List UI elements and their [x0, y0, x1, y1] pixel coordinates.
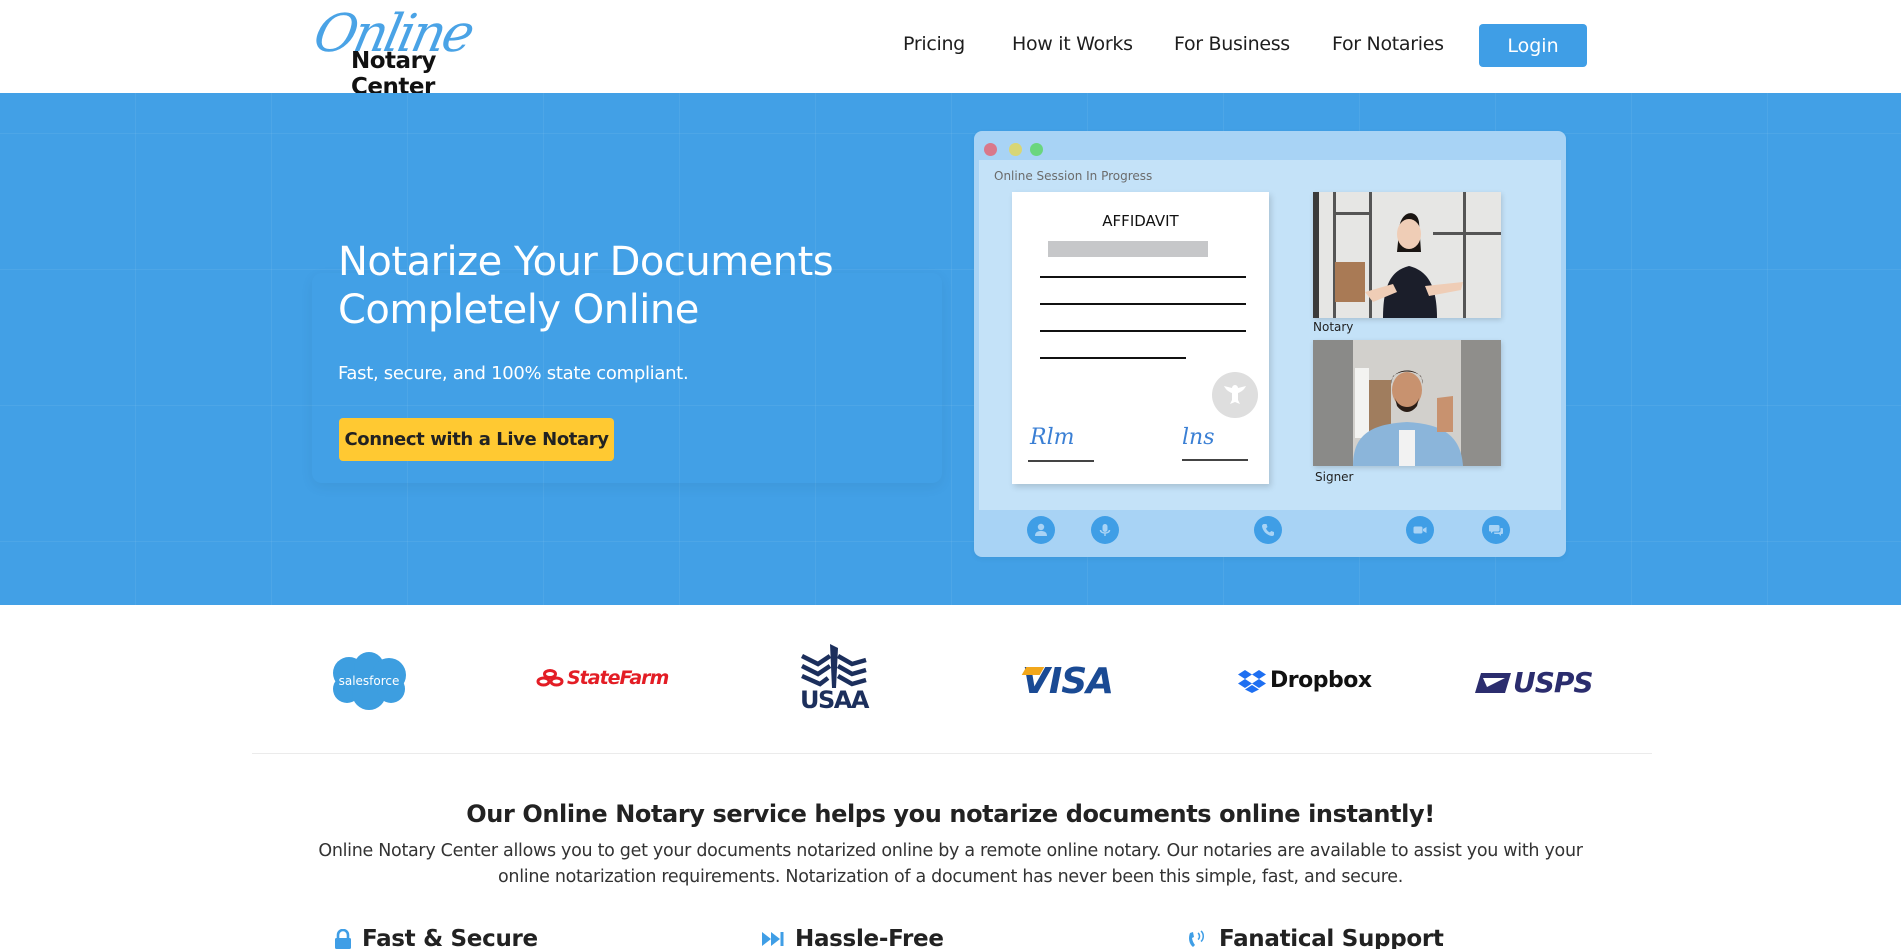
partner-logos: salesforce StateFarm USAA VISA Dropbox U… — [0, 605, 1901, 755]
signer-video-label: Signer — [1315, 470, 1354, 484]
salesforce-logo: salesforce — [327, 651, 411, 716]
site-header: Online Notary Center Pricing How it Work… — [0, 0, 1901, 100]
phone-signal-icon — [1189, 930, 1204, 947]
section-divider — [252, 753, 1652, 754]
signature-line — [1182, 459, 1248, 461]
notary-video — [1313, 192, 1501, 318]
intro-body: Online Notary Center allows you to get y… — [318, 841, 1583, 887]
nav-for-business[interactable]: For Business — [1174, 33, 1290, 55]
session-mockup-window: Online Session In Progress AFFIDAVIT Rlm… — [974, 131, 1566, 557]
notary-signature: lns — [1182, 425, 1215, 450]
usaa-logo: USAA — [798, 642, 872, 722]
document-title: AFFIDAVIT — [1102, 212, 1179, 230]
session-content: Online Session In Progress AFFIDAVIT Rlm… — [979, 160, 1561, 510]
phone-icon[interactable] — [1254, 516, 1282, 544]
document-line — [1040, 276, 1246, 278]
visa-logo: VISA — [1021, 661, 1114, 702]
document-line — [1040, 303, 1246, 305]
usaa-logo-text: USAA — [800, 686, 869, 714]
fast-forward-icon — [762, 932, 784, 946]
window-close-dot — [984, 143, 997, 156]
signature-line — [1028, 460, 1094, 462]
microphone-icon[interactable] — [1091, 516, 1119, 544]
statefarm-logo-text: StateFarm — [567, 667, 669, 689]
feature-hassle-free: Hassle-Free — [761, 926, 944, 949]
window-maximize-dot — [1030, 143, 1043, 156]
signer-signature: Rlm — [1030, 425, 1075, 450]
login-button[interactable]: Login — [1479, 24, 1587, 67]
signer-video — [1313, 340, 1501, 466]
feature-title: Fast & Secure — [362, 926, 538, 949]
notary-seal-icon — [1212, 372, 1258, 418]
intro-title: Our Online Notary service helps you nota… — [466, 800, 1435, 828]
nav-how-it-works[interactable]: How it Works — [1012, 33, 1133, 55]
document-line — [1040, 330, 1246, 332]
statefarm-logo: StateFarm — [536, 667, 669, 689]
hero-title: Notarize Your Documents Completely Onlin… — [338, 239, 834, 333]
notary-video-label: Notary — [1313, 320, 1354, 334]
salesforce-logo-text: salesforce — [339, 674, 400, 688]
feature-fanatical-support: Fanatical Support — [1187, 926, 1444, 949]
usps-logo: USPS — [1475, 666, 1594, 699]
nav-pricing[interactable]: Pricing — [903, 33, 965, 55]
dropbox-logo-text: Dropbox — [1270, 668, 1372, 693]
feature-fast-secure: Fast & Secure — [334, 926, 538, 949]
feature-title: Hassle-Free — [795, 926, 944, 949]
usps-logo-text: USPS — [1513, 666, 1594, 699]
hero-subtitle: Fast, secure, and 100% state compliant. — [338, 363, 689, 384]
session-status-label: Online Session In Progress — [994, 169, 1153, 183]
video-camera-icon[interactable] — [1406, 516, 1434, 544]
document-line — [1040, 357, 1186, 359]
site-logo[interactable]: Online Notary Center — [309, 4, 525, 100]
redacted-bar — [1048, 241, 1208, 257]
lock-icon — [335, 929, 351, 949]
feature-title: Fanatical Support — [1219, 926, 1444, 949]
hero-section: Notarize Your Documents Completely Onlin… — [0, 93, 1901, 605]
connect-live-notary-button[interactable]: Connect with a Live Notary — [339, 418, 614, 461]
nav-for-notaries[interactable]: For Notaries — [1332, 33, 1444, 55]
affidavit-document: AFFIDAVIT Rlm lns — [1012, 192, 1269, 484]
user-icon[interactable] — [1027, 516, 1055, 544]
chat-icon[interactable] — [1482, 516, 1510, 544]
window-minimize-dot — [1009, 143, 1022, 156]
dropbox-logo: Dropbox — [1238, 668, 1372, 693]
